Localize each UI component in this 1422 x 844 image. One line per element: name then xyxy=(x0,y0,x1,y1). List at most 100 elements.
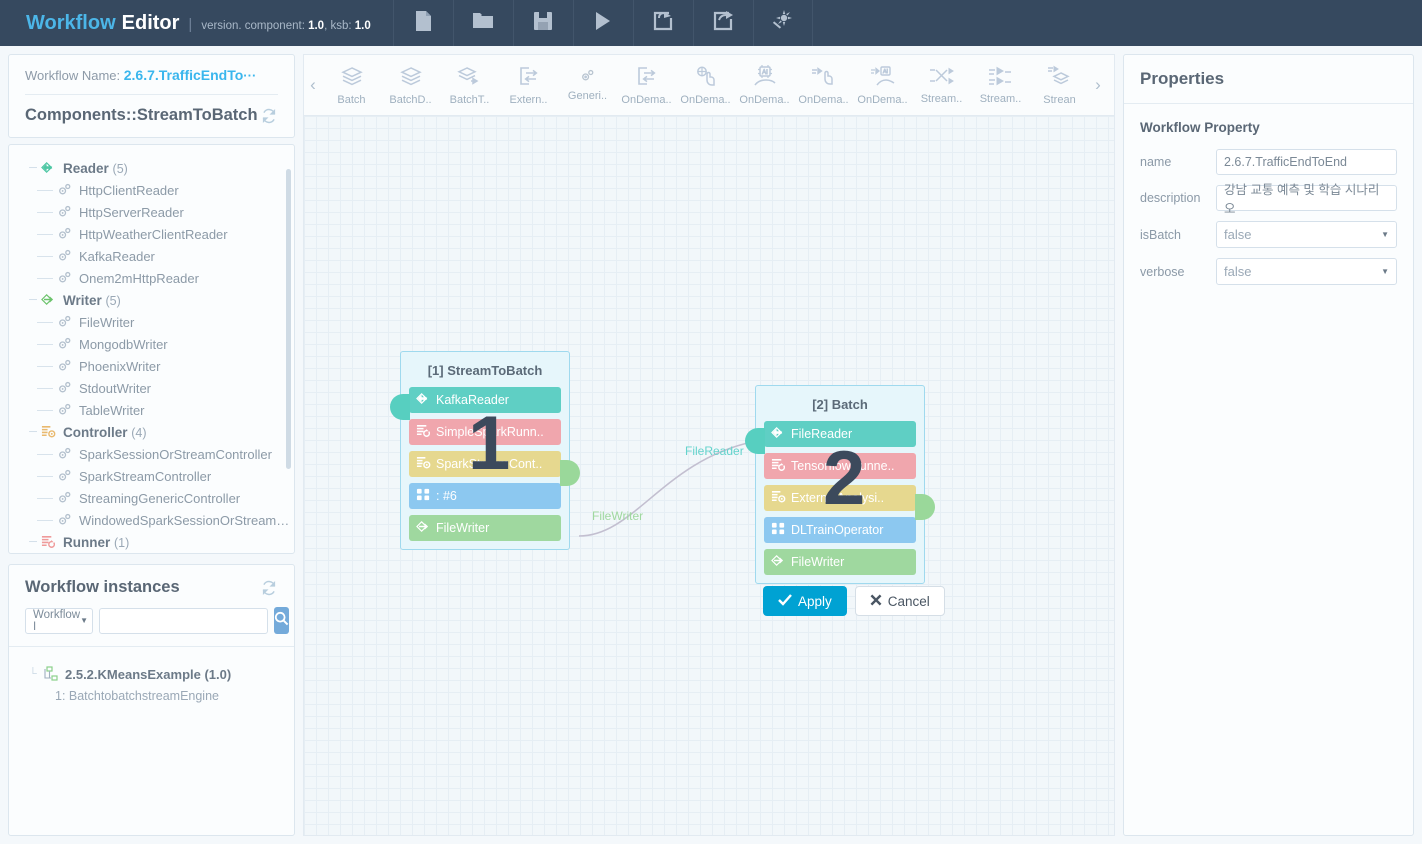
gears-icon xyxy=(57,336,73,352)
save-icon xyxy=(533,11,553,36)
open-folder-button[interactable] xyxy=(452,0,513,46)
property-input-name[interactable]: 2.6.7.TrafficEndToEnd xyxy=(1216,149,1397,175)
node-slot-reader-arrow[interactable]: FileReader xyxy=(764,421,916,447)
workflow-node-2[interactable]: [2] Batch FileReader TensorflowRunne.. Ext… xyxy=(745,385,935,584)
palette-item-10[interactable]: Stream.. xyxy=(912,66,971,105)
refresh-icon[interactable] xyxy=(260,107,278,125)
tree-item-mongodbwriter[interactable]: MongodbWriter xyxy=(9,333,294,355)
tree-item-tablewriter[interactable]: TableWriter xyxy=(9,399,294,421)
tree-group-count: (4) xyxy=(131,425,147,440)
tree-group-reader[interactable]: ─ Reader (5) xyxy=(9,157,294,179)
node-slot-writer-arrow[interactable]: FileWriter xyxy=(409,515,561,541)
tree-item-httpweatherclientreader[interactable]: HttpWeatherClientReader xyxy=(9,223,294,245)
palette-item-6[interactable]: OnDema.. xyxy=(676,65,735,106)
writer-arrow-icon xyxy=(41,292,57,308)
workflow-name-value[interactable]: 2.6.7.TrafficEndTo xyxy=(124,67,244,83)
palette-item-7[interactable]: AI OnDema.. xyxy=(735,64,794,106)
component-tree-card: ─ Reader (5) HttpClientReader HttpServerRea… xyxy=(8,144,295,554)
tree-item-stdoutwriter[interactable]: StdoutWriter xyxy=(9,377,294,399)
tree-item-filewriter[interactable]: FileWriter xyxy=(9,311,294,333)
layers-arrow-icon xyxy=(456,65,483,92)
layers-icon xyxy=(399,65,423,92)
instance-search-input[interactable] xyxy=(99,607,268,634)
node-slot-label: SparkStreamCont.. xyxy=(436,457,543,471)
run-button[interactable] xyxy=(572,0,633,46)
instance-filter-select[interactable]: Workflow I ▼ xyxy=(25,607,93,634)
node-slot-runner[interactable]: TensorflowRunne.. xyxy=(764,453,916,479)
tree-scrollbar[interactable] xyxy=(286,169,291,469)
workflow-name-row: Workflow Name: 2.6.7.TrafficEndTo··· xyxy=(9,67,294,94)
save-button[interactable] xyxy=(512,0,573,46)
node-slot-reader-arrow[interactable]: KafkaReader xyxy=(409,387,561,413)
palette-item-8[interactable]: OnDema.. xyxy=(794,65,853,106)
instances-header: Workflow instances xyxy=(9,565,294,603)
gears-icon xyxy=(57,248,73,264)
workflow-header-card: Workflow Name: 2.6.7.TrafficEndTo··· Com… xyxy=(8,54,295,138)
export-button[interactable] xyxy=(692,0,753,46)
property-input-description[interactable]: 강남 교통 예측 및 학습 시나리오 xyxy=(1216,183,1397,216)
tree-item-httpserverreader[interactable]: HttpServerReader xyxy=(9,201,294,223)
component-tree[interactable]: ─ Reader (5) HttpClientReader HttpServerRea… xyxy=(9,145,294,553)
tree-item-kafkareader[interactable]: KafkaReader xyxy=(9,245,294,267)
node-slot-controller[interactable]: SparkStreamCont.. xyxy=(409,451,561,477)
tree-item-label: Onem2mHttpReader xyxy=(79,270,199,286)
node-slot-label: TensorflowRunne.. xyxy=(791,459,895,473)
tree-item-phoenixwriter[interactable]: PhoenixWriter xyxy=(9,355,294,377)
node-output-port[interactable] xyxy=(560,460,580,486)
property-value: false xyxy=(1224,264,1252,279)
palette-item-9[interactable]: AI OnDema.. xyxy=(853,65,912,106)
palette-prev-button[interactable]: ‹ xyxy=(304,75,322,95)
palette-item-0[interactable]: Batch xyxy=(322,65,381,106)
palette-items: Batch BatchD.. BatchT.. Extern.. Generi.. OnD… xyxy=(322,64,1089,106)
node-slot-writer-arrow[interactable]: FileWriter xyxy=(764,549,916,575)
tree-group-controller[interactable]: ─ Controller (4) xyxy=(9,421,294,443)
cancel-button[interactable]: Cancel xyxy=(854,586,945,616)
palette-item-1[interactable]: BatchD.. xyxy=(381,65,440,106)
palette-item-12[interactable]: Strean xyxy=(1030,65,1089,106)
node-output-port[interactable] xyxy=(915,494,935,520)
node-input-port[interactable] xyxy=(745,428,765,454)
instance-search-button[interactable] xyxy=(274,607,289,634)
palette-item-label: BatchD.. xyxy=(389,93,432,106)
property-select-verbose[interactable]: false ▼ xyxy=(1216,258,1397,285)
list-item[interactable]: 1: BatchtobatchstreamEngine xyxy=(9,685,294,707)
tree-item-sparksessionorstreamcontroller[interactable]: SparkSessionOrStreamController xyxy=(9,443,294,465)
tree-item-onem2mhttpreader[interactable]: Onem2mHttpReader xyxy=(9,267,294,289)
properties-body: Workflow Property name 2.6.7.TrafficEndTo… xyxy=(1124,104,1413,295)
palette-next-button[interactable]: › xyxy=(1089,75,1107,95)
import-button[interactable] xyxy=(632,0,693,46)
gears-icon xyxy=(57,490,73,506)
node-slot-runner[interactable]: SimpleSparkRunn.. xyxy=(409,419,561,445)
export-icon xyxy=(713,10,734,36)
refresh-icon[interactable] xyxy=(260,579,278,597)
tree-group-runner[interactable]: ─ Runner (1) xyxy=(9,531,294,553)
tree-group-writer[interactable]: ─ Writer (5) xyxy=(9,289,294,311)
open-folder-icon xyxy=(472,11,494,35)
list-item[interactable]: └ 2.5.2.KMeansExample (1.0) xyxy=(9,663,294,685)
tree-item-label: SparkStreamController xyxy=(79,468,212,484)
new-file-button[interactable] xyxy=(392,0,453,46)
palette-item-label: Stream.. xyxy=(920,92,963,105)
tree-item-streaminggenericcontroller[interactable]: StreamingGenericController xyxy=(9,487,294,509)
tree-item-sparkstreamcontroller[interactable]: SparkStreamController xyxy=(9,465,294,487)
magic-wand-button[interactable] xyxy=(752,0,813,46)
property-select-isBatch[interactable]: false ▼ xyxy=(1216,221,1397,248)
header-toolbar xyxy=(392,0,813,46)
node-slot-operator-grid[interactable]: : #6 xyxy=(409,483,561,509)
apply-button[interactable]: Apply xyxy=(763,586,847,616)
workflow-canvas[interactable]: FileReader FileWriter [1] StreamToBatch … xyxy=(303,116,1115,836)
workflow-node-1[interactable]: [1] StreamToBatch KafkaReader SimpleSpark… xyxy=(390,351,580,550)
tree-guide xyxy=(37,453,53,455)
palette-item-2[interactable]: BatchT.. xyxy=(440,65,499,106)
node-slot-label: DLTrainOperator xyxy=(791,523,884,537)
node-slot-controller[interactable]: ExternalAnalysi.. xyxy=(764,485,916,511)
tree-item-httpclientreader[interactable]: HttpClientReader xyxy=(9,179,294,201)
palette-item-5[interactable]: OnDema.. xyxy=(617,65,676,106)
palette-item-4[interactable]: Generi.. xyxy=(558,68,617,102)
node-input-port[interactable] xyxy=(390,394,410,420)
tree-guide xyxy=(37,387,53,389)
palette-item-3[interactable]: Extern.. xyxy=(499,65,558,106)
palette-item-11[interactable]: Stream.. xyxy=(971,66,1030,105)
node-slot-operator-grid[interactable]: DLTrainOperator xyxy=(764,517,916,543)
tree-item-windowedsparksessionorstream…[interactable]: WindowedSparkSessionOrStream… xyxy=(9,509,294,531)
